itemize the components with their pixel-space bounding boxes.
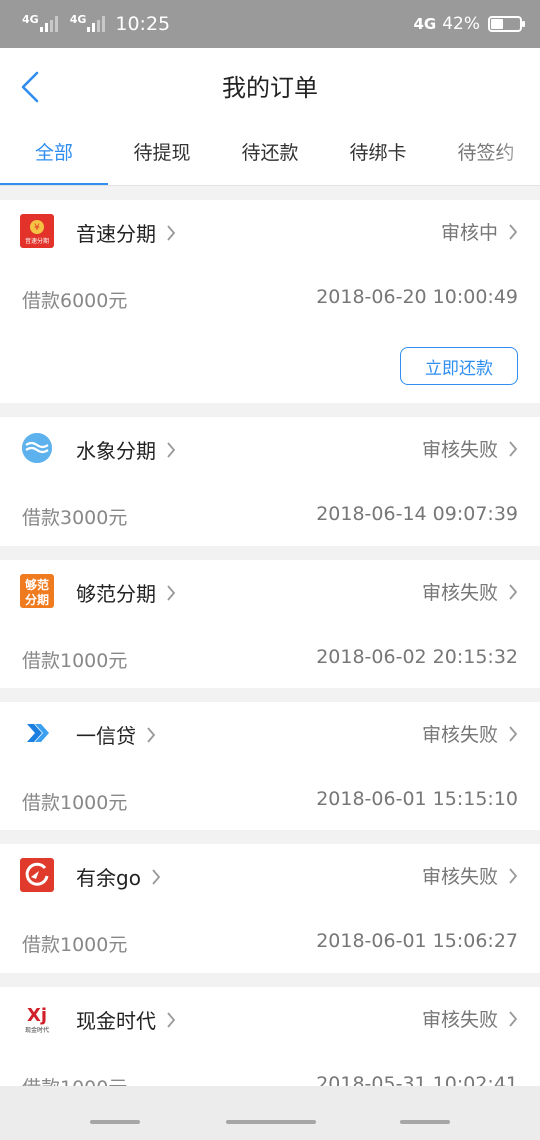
chevron-right-icon <box>152 868 161 885</box>
order-status[interactable]: 审核失败 <box>422 720 518 747</box>
system-nav-bar <box>0 1086 540 1140</box>
order-time: 2018-06-01 15:15:10 <box>316 788 518 810</box>
tab-all[interactable]: 全部 <box>0 126 108 185</box>
lender-name[interactable]: 一信贷 <box>76 720 156 749</box>
chevron-right-icon <box>509 440 518 457</box>
network-type-label: 4G <box>69 13 87 26</box>
svg-text:Xj: Xj <box>27 1005 47 1026</box>
order-time: 2018-06-14 09:07:39 <box>316 503 518 525</box>
order-tabs: 全部 待提现 待还款 待绑卡 待签约 <box>0 126 540 186</box>
svg-text:现金时代: 现金时代 <box>25 1026 49 1034</box>
loan-amount: 借款1000元 <box>22 934 128 956</box>
order-card[interactable]: 有余go 审核失败 借款1000元 2018-06-01 15:06:27 <box>0 844 540 973</box>
app-header: 我的订单 <box>0 48 540 126</box>
chevron-right-icon <box>147 726 156 743</box>
youyu-logo-icon <box>20 858 54 892</box>
lender-name[interactable]: 现金时代 <box>76 1005 176 1034</box>
order-card[interactable]: 够范 分期 够范分期 审核失败 借款1000元 2018-06-02 20:15… <box>0 560 540 688</box>
lender-name-label: 有余go <box>76 866 141 890</box>
chevron-right-icon <box>509 1010 518 1027</box>
order-time: 2018-06-01 15:06:27 <box>316 930 518 952</box>
order-time: 2018-05-31 10:02:41 <box>316 1073 518 1086</box>
signal-indicator-1: 4G <box>22 13 58 32</box>
status-label: 审核失败 <box>421 582 498 604</box>
order-card[interactable]: ¥ 音速分期 音速分期 审核中 借款6000元 2018-06-20 10:00… <box>0 200 540 403</box>
order-status[interactable]: 审核失败 <box>422 578 518 605</box>
chevron-right-icon <box>509 223 518 240</box>
order-status[interactable]: 审核失败 <box>422 862 518 889</box>
order-card[interactable]: 水象分期 审核失败 借款3000元 2018-06-14 09:07:39 <box>0 417 540 546</box>
signal-indicator-2: 4G <box>69 13 106 32</box>
lender-name-label: 音速分期 <box>76 222 156 246</box>
tab-pending-repay[interactable]: 待还款 <box>216 126 324 185</box>
loan-amount: 借款3000元 <box>22 507 128 529</box>
svg-text:够范: 够范 <box>24 577 49 592</box>
chevron-right-icon <box>167 441 176 458</box>
order-status[interactable]: 审核中 <box>441 218 518 245</box>
status-label: 审核失败 <box>421 724 498 746</box>
svg-text:分期: 分期 <box>25 592 49 607</box>
order-status[interactable]: 审核失败 <box>422 1005 518 1032</box>
home-gesture-bar[interactable] <box>226 1120 316 1124</box>
menu-gesture-bar[interactable] <box>90 1120 140 1124</box>
chevron-right-icon <box>509 867 518 884</box>
battery-percent: 42% <box>442 14 480 34</box>
goufan-logo-icon: 够范 分期 <box>20 574 54 608</box>
svg-text:¥: ¥ <box>34 223 40 233</box>
lender-name[interactable]: 够范分期 <box>76 578 176 607</box>
status-bar: 4G 4G 10:25 4G 42% <box>0 0 540 48</box>
tab-pending-bind-card[interactable]: 待绑卡 <box>324 126 432 185</box>
signal-bars-icon <box>39 16 58 32</box>
battery-icon <box>488 16 525 32</box>
loan-amount: 借款1000元 <box>22 792 128 814</box>
xianjin-logo-icon: Xj 现金时代 <box>20 1001 54 1035</box>
order-card[interactable]: Xj 现金时代 现金时代 审核失败 借款1000元 2018-05-31 10:… <box>0 987 540 1086</box>
lender-name-label: 水象分期 <box>76 439 156 463</box>
order-card[interactable]: 一信贷 审核失败 借款1000元 2018-06-01 15:15:10 <box>0 702 540 830</box>
chevron-right-icon <box>509 583 518 600</box>
lender-name-label: 一信贷 <box>76 724 136 748</box>
status-label: 审核失败 <box>421 1009 498 1031</box>
lender-name-label: 够范分期 <box>76 582 156 606</box>
page-title: 我的订单 <box>222 74 318 102</box>
order-status[interactable]: 审核失败 <box>422 435 518 462</box>
loan-amount: 借款1000元 <box>22 1073 127 1086</box>
back-gesture-bar[interactable] <box>400 1120 450 1124</box>
status-label: 审核中 <box>440 222 498 244</box>
yinsu-logo-icon: ¥ 音速分期 <box>20 214 54 248</box>
order-time: 2018-06-20 10:00:49 <box>316 286 518 308</box>
lender-name-label: 现金时代 <box>76 1009 156 1033</box>
status-label: 审核失败 <box>421 439 498 461</box>
lender-name[interactable]: 水象分期 <box>76 435 176 464</box>
network-type-label: 4G <box>22 13 39 26</box>
chevron-right-icon <box>167 224 176 241</box>
lender-name[interactable]: 有余go <box>76 862 161 891</box>
lender-name[interactable]: 音速分期 <box>76 218 176 247</box>
chevron-right-icon <box>167 1011 176 1028</box>
svg-text:音速分期: 音速分期 <box>25 237 49 245</box>
loan-amount: 借款1000元 <box>22 650 128 672</box>
shuixiang-logo-icon <box>22 433 52 463</box>
tab-pending-withdraw[interactable]: 待提现 <box>108 126 216 185</box>
repay-now-button[interactable]: 立即还款 <box>400 347 518 385</box>
network-type-label: 4G <box>413 15 437 33</box>
loan-amount: 借款6000元 <box>22 290 128 312</box>
status-label: 审核失败 <box>421 866 498 888</box>
signal-bars-icon <box>87 16 106 32</box>
order-time: 2018-06-02 20:15:32 <box>316 646 518 668</box>
chevron-right-icon <box>509 725 518 742</box>
clock: 10:25 <box>115 13 171 35</box>
yixindai-logo-icon <box>27 724 49 742</box>
chevron-right-icon <box>167 584 176 601</box>
